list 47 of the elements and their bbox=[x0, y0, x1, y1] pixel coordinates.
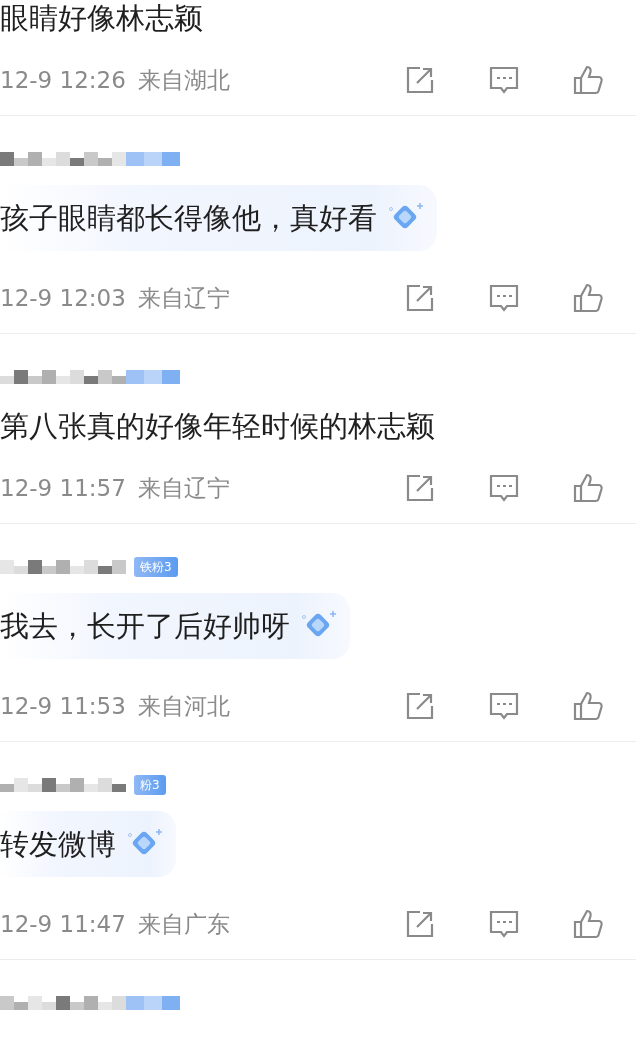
share-icon bbox=[404, 908, 436, 940]
comment-location: 来自广东 bbox=[137, 909, 230, 939]
comment-icon bbox=[488, 64, 520, 96]
comment-time: 12-9 11:57 bbox=[0, 475, 126, 501]
like-button[interactable] bbox=[572, 282, 604, 314]
comment-time: 12-9 12:26 bbox=[0, 67, 126, 93]
like-button[interactable] bbox=[572, 64, 604, 96]
share-button[interactable] bbox=[404, 690, 436, 722]
comment-text: 转发微博 bbox=[0, 826, 116, 863]
reply-button[interactable] bbox=[488, 64, 520, 96]
thumbs-up-icon bbox=[572, 282, 604, 314]
comment-time: 12-9 12:03 bbox=[0, 285, 126, 311]
reply-button[interactable] bbox=[488, 472, 520, 504]
share-icon bbox=[404, 282, 436, 314]
thumbs-up-icon bbox=[572, 908, 604, 940]
share-icon bbox=[404, 472, 436, 504]
comment-text: 孩子眼睛都长得像他，真好看 bbox=[0, 200, 377, 237]
share-button[interactable] bbox=[404, 64, 436, 96]
fan-badge: 铁粉3 bbox=[134, 557, 178, 577]
comment-icon bbox=[488, 908, 520, 940]
comment-text: 第八张真的好像年轻时候的林志颖 bbox=[0, 408, 436, 445]
comment-icon bbox=[488, 472, 520, 504]
thumbs-up-icon bbox=[572, 64, 604, 96]
share-icon bbox=[404, 64, 436, 96]
like-button[interactable] bbox=[572, 472, 604, 504]
share-icon bbox=[404, 690, 436, 722]
thumbs-up-icon bbox=[572, 690, 604, 722]
share-button[interactable] bbox=[404, 282, 436, 314]
comment-location: 来自湖北 bbox=[137, 65, 230, 95]
comment-time: 12-9 11:47 bbox=[0, 911, 126, 937]
reply-button[interactable] bbox=[488, 690, 520, 722]
fan-badge: 粉3 bbox=[134, 775, 166, 795]
thumbs-up-icon bbox=[572, 472, 604, 504]
comment-time: 12-9 11:53 bbox=[0, 693, 126, 719]
like-button[interactable] bbox=[572, 908, 604, 940]
comment-location: 来自辽宁 bbox=[137, 473, 230, 503]
comment-text: 我去，长开了后好帅呀 bbox=[0, 608, 290, 645]
share-button[interactable] bbox=[404, 908, 436, 940]
comment-location: 来自辽宁 bbox=[137, 283, 230, 313]
comment-icon bbox=[488, 282, 520, 314]
comment-location: 来自河北 bbox=[137, 691, 230, 721]
comment-icon bbox=[488, 690, 520, 722]
like-button[interactable] bbox=[572, 690, 604, 722]
comment-text: 眼睛好像林志颖 bbox=[0, 0, 204, 37]
share-button[interactable] bbox=[404, 472, 436, 504]
reply-button[interactable] bbox=[488, 908, 520, 940]
reply-button[interactable] bbox=[488, 282, 520, 314]
